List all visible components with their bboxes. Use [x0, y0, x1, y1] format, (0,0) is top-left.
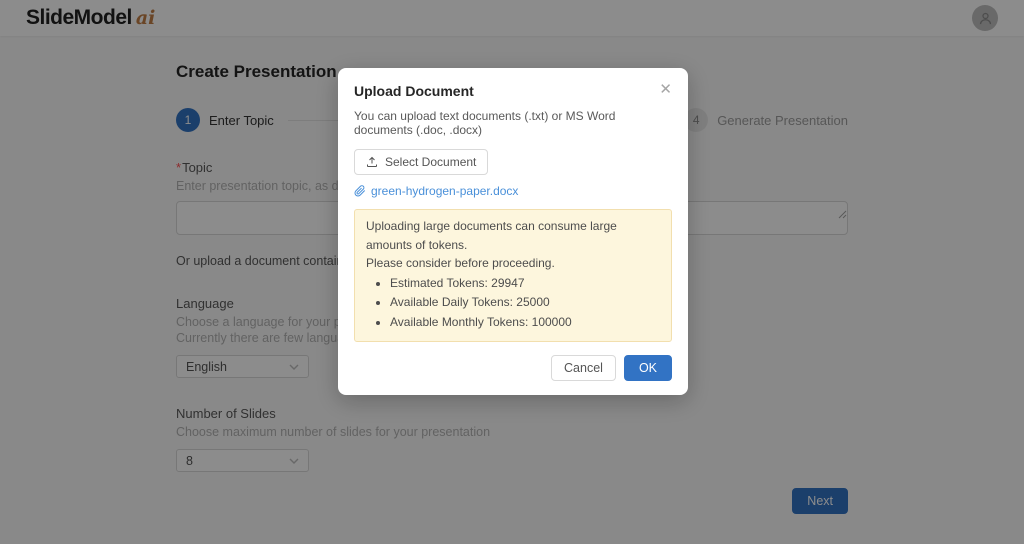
uploaded-file-name: green-hydrogen-paper.docx [371, 184, 519, 198]
warning-line1: Uploading large documents can consume la… [366, 219, 617, 252]
modal-title: Upload Document [354, 83, 474, 99]
select-document-button[interactable]: Select Document [354, 149, 489, 175]
token-warning-list: Estimated Tokens: 29947 Available Daily … [390, 274, 660, 332]
warning-item-monthly: Available Monthly Tokens: 100000 [390, 313, 660, 332]
modal-description: You can upload text documents (.txt) or … [354, 109, 616, 137]
select-document-label: Select Document [385, 155, 477, 169]
warning-line2: Please consider before proceeding. [366, 256, 555, 271]
upload-icon [366, 156, 378, 168]
warning-item-daily: Available Daily Tokens: 25000 [390, 293, 660, 312]
cancel-button[interactable]: Cancel [551, 354, 616, 381]
ok-button[interactable]: OK [623, 354, 672, 381]
token-warning-alert: Uploading large documents can consume la… [354, 209, 672, 342]
close-icon[interactable]: ✕ [659, 82, 672, 97]
uploaded-file-link[interactable]: green-hydrogen-paper.docx [354, 184, 672, 198]
paperclip-icon [354, 185, 366, 197]
warning-item-estimated: Estimated Tokens: 29947 [390, 274, 660, 293]
upload-document-modal: Upload Document ✕ You can upload text do… [338, 68, 688, 395]
